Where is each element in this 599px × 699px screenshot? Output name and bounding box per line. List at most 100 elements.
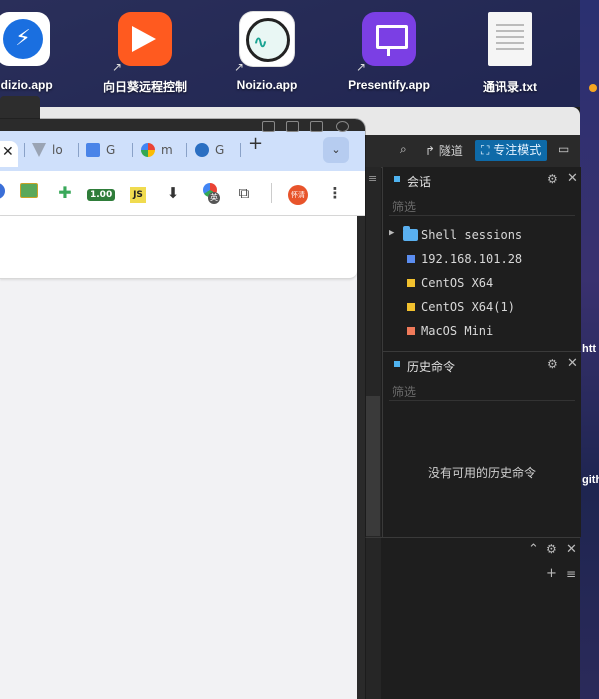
plus-icon: +	[248, 133, 264, 154]
ndizio-icon: ⚡	[0, 12, 50, 66]
browser-titlebar	[0, 119, 365, 132]
avatar[interactable]: 怀清	[288, 183, 308, 205]
alias-arrow-icon: ↗	[234, 60, 245, 74]
window-control-icon[interactable]	[286, 121, 299, 132]
menu-icon[interactable]: ≡	[566, 567, 576, 581]
extension-icon[interactable]	[0, 183, 10, 203]
session-item[interactable]: 192.168.101.28	[383, 248, 581, 270]
window-control-icon[interactable]	[262, 121, 275, 132]
gear-icon[interactable]: ⚙	[547, 172, 558, 186]
chevron-right-icon[interactable]: ▶	[389, 228, 394, 238]
session-color-icon	[407, 255, 415, 263]
session-color-icon	[407, 303, 415, 311]
session-name: 192.168.101.28	[421, 252, 523, 266]
tunnel-icon: ↱	[425, 144, 436, 158]
tab[interactable]: m	[141, 137, 183, 165]
search-icon[interactable]: ⌕	[400, 142, 407, 157]
sessions-filter-input[interactable]: 筛选	[389, 195, 575, 216]
translate-favicon-icon	[86, 143, 100, 157]
translate-extension-icon[interactable]: 英	[200, 183, 220, 204]
tab-favicon-icon	[32, 143, 46, 157]
tab-title: G	[215, 143, 225, 157]
tab-bar: ✕ lo G m G + ⌄	[0, 119, 365, 171]
session-folder[interactable]: ▶ Shell sessions	[383, 224, 581, 246]
desktop-icon-contacts-txt[interactable]: 通讯录.txt	[450, 12, 570, 95]
close-icon[interactable]: ✕	[566, 542, 577, 557]
folder-icon	[403, 226, 418, 241]
session-item[interactable]: MacOS Mini	[383, 320, 581, 342]
focus-mode-button[interactable]: ⛶ 专注模式	[475, 140, 548, 161]
desktop-icon-sunlogin[interactable]: ↗ 向日葵远程控制	[85, 12, 205, 95]
tab-title: m	[161, 143, 173, 157]
desktop-icon-label: Presentify.app	[348, 78, 430, 92]
presentify-icon: ↗	[356, 12, 416, 74]
filter-placeholder: 筛选	[392, 200, 417, 214]
new-tab-button[interactable]: +	[248, 133, 263, 161]
tab-favicon-icon	[195, 143, 209, 157]
session-name: CentOS X64(1)	[421, 300, 515, 314]
panel-marker	[394, 176, 400, 182]
download-icon[interactable]: ⬇	[163, 183, 183, 203]
history-title: 历史命令	[407, 360, 456, 374]
gear-icon[interactable]: ⚙	[546, 542, 557, 556]
sunlogin-icon: ↗	[112, 12, 172, 74]
counter-extension-icon[interactable]: 1.00	[87, 183, 116, 203]
tab-search-button[interactable]: ⌄	[323, 137, 349, 163]
session-color-icon	[407, 279, 415, 287]
js-extension-icon[interactable]: JS	[128, 183, 148, 203]
terminal-toolbar: ⌕ ↱ 隧道 ⛶ 专注模式 ▭	[365, 135, 580, 168]
gutter-scrollbar[interactable]	[366, 396, 380, 536]
close-icon[interactable]: ✕	[2, 144, 14, 160]
session-color-icon	[407, 327, 415, 335]
panel-toggle-icon[interactable]: ▭	[558, 142, 569, 156]
tab[interactable]: lo	[32, 137, 74, 165]
text-file-icon	[488, 12, 532, 66]
plus-extension-icon[interactable]: ✚	[55, 183, 75, 203]
google-favicon-icon	[141, 143, 155, 157]
alias-arrow-icon: ↗	[112, 60, 123, 74]
window-control-icon[interactable]	[336, 121, 349, 132]
desktop-icon-label: 向日葵远程控制	[102, 80, 187, 94]
panel-marker	[394, 361, 400, 367]
tab[interactable]: G	[195, 137, 237, 165]
alias-arrow-icon: ↗	[356, 60, 367, 74]
history-empty-text: 没有可用的历史命令	[427, 466, 536, 480]
close-icon[interactable]: ✕	[567, 171, 578, 186]
tunnel-button[interactable]: ↱ 隧道	[425, 142, 463, 159]
more-menu-icon[interactable]: ⋮	[325, 183, 345, 203]
desktop-wallpaper-strip: htt gith	[580, 0, 599, 699]
session-item[interactable]: CentOS X64	[383, 272, 581, 294]
counter-badge: 1.00	[87, 189, 116, 201]
tab[interactable]: G	[86, 137, 128, 165]
add-icon[interactable]: +	[546, 566, 557, 581]
menu-icon[interactable]: ≡	[368, 172, 377, 185]
session-name: MacOS Mini	[421, 324, 494, 338]
close-icon[interactable]: ✕	[567, 356, 578, 371]
chevron-down-icon: ⌄	[331, 143, 341, 156]
page-header-area	[0, 216, 357, 279]
chevron-up-icon[interactable]: ⌃	[528, 542, 539, 557]
filter-placeholder: 筛选	[392, 385, 417, 399]
divider	[365, 537, 580, 538]
tab-title: lo	[52, 143, 63, 157]
session-name: CentOS X64	[421, 276, 494, 290]
history-filter-input[interactable]: 筛选	[389, 380, 575, 401]
picture-extension-icon[interactable]	[19, 183, 39, 203]
desktop-icon-presentify[interactable]: ↗ Presentify.app	[329, 12, 449, 92]
status-dot	[589, 84, 597, 92]
session-item[interactable]: CentOS X64(1)	[383, 296, 581, 318]
desktop-icon-noizio[interactable]: ∿ ↗ Noizio.app	[207, 12, 327, 92]
desktop-icon-label: Noizio.app	[236, 78, 298, 92]
extensions-toolbar: ✚ 1.00 JS ⬇ 英 ⧉ 怀清 ⋮	[0, 171, 365, 216]
tab-title: G	[106, 143, 116, 157]
active-tab[interactable]: ✕	[0, 141, 18, 167]
gear-icon[interactable]: ⚙	[547, 357, 558, 371]
sessions-panel: 会话 ⚙ ✕ 筛选 ▶ Shell sessions 192.168.101.2…	[382, 167, 581, 351]
puzzle-icon[interactable]: ⧉	[234, 183, 254, 203]
tunnel-label: 隧道	[438, 144, 463, 158]
window-control-icon[interactable]	[310, 121, 323, 132]
desktop-icon-label: ndizio.app	[0, 78, 53, 92]
sessions-title: 会话	[407, 175, 432, 189]
focus-icon: ⛶	[481, 143, 490, 157]
desktop-icon-ndizio[interactable]: ⚡ ndizio.app	[0, 12, 83, 92]
